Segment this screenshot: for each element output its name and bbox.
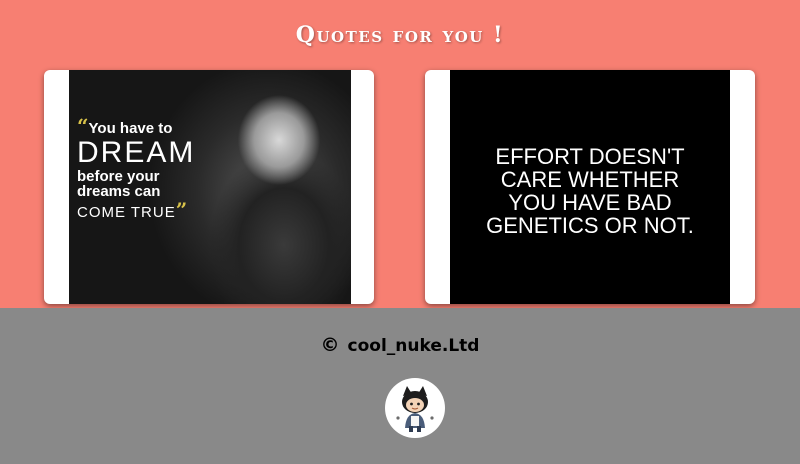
quote-card-1[interactable]: “You have to DREAM before your dreams ca… xyxy=(44,70,374,304)
quote-line-3: before your xyxy=(77,167,160,185)
quote-line-1: You have to xyxy=(88,120,173,137)
header-section: Quotes for you ! “You have to DREAM befo… xyxy=(0,0,800,308)
quote-image-2: EFFORT DOESN'T CARE WHETHER YOU HAVE BAD… xyxy=(450,70,730,304)
close-quote-icon: ” xyxy=(175,198,189,222)
copyright-text: cool_nuke.Ltd xyxy=(347,336,480,356)
copyright-icon: © xyxy=(320,334,340,356)
quote-text-2: EFFORT DOESN'T CARE WHETHER YOU HAVE BAD… xyxy=(486,144,694,239)
quote-card-2[interactable]: EFFORT DOESN'T CARE WHETHER YOU HAVE BAD… xyxy=(425,70,755,304)
page-title: Quotes for you ! xyxy=(295,22,505,48)
quote-line-4: dreams can xyxy=(77,183,161,201)
quote-line-2: DREAM xyxy=(77,136,196,169)
copyright-notice: © cool_nuke.Ltd xyxy=(0,334,800,356)
quote-text-1: “You have to DREAM before your dreams ca… xyxy=(77,114,196,222)
footer-section: © cool_nuke.Ltd xyxy=(0,308,800,464)
open-quote-icon: “ xyxy=(77,114,89,138)
quote-image-1: “You have to DREAM before your dreams ca… xyxy=(69,70,351,304)
octocat-avatar-icon[interactable] xyxy=(385,378,445,438)
octocat-avatar-svg xyxy=(396,386,434,432)
quote-line-5: COME TRUE xyxy=(77,204,176,221)
